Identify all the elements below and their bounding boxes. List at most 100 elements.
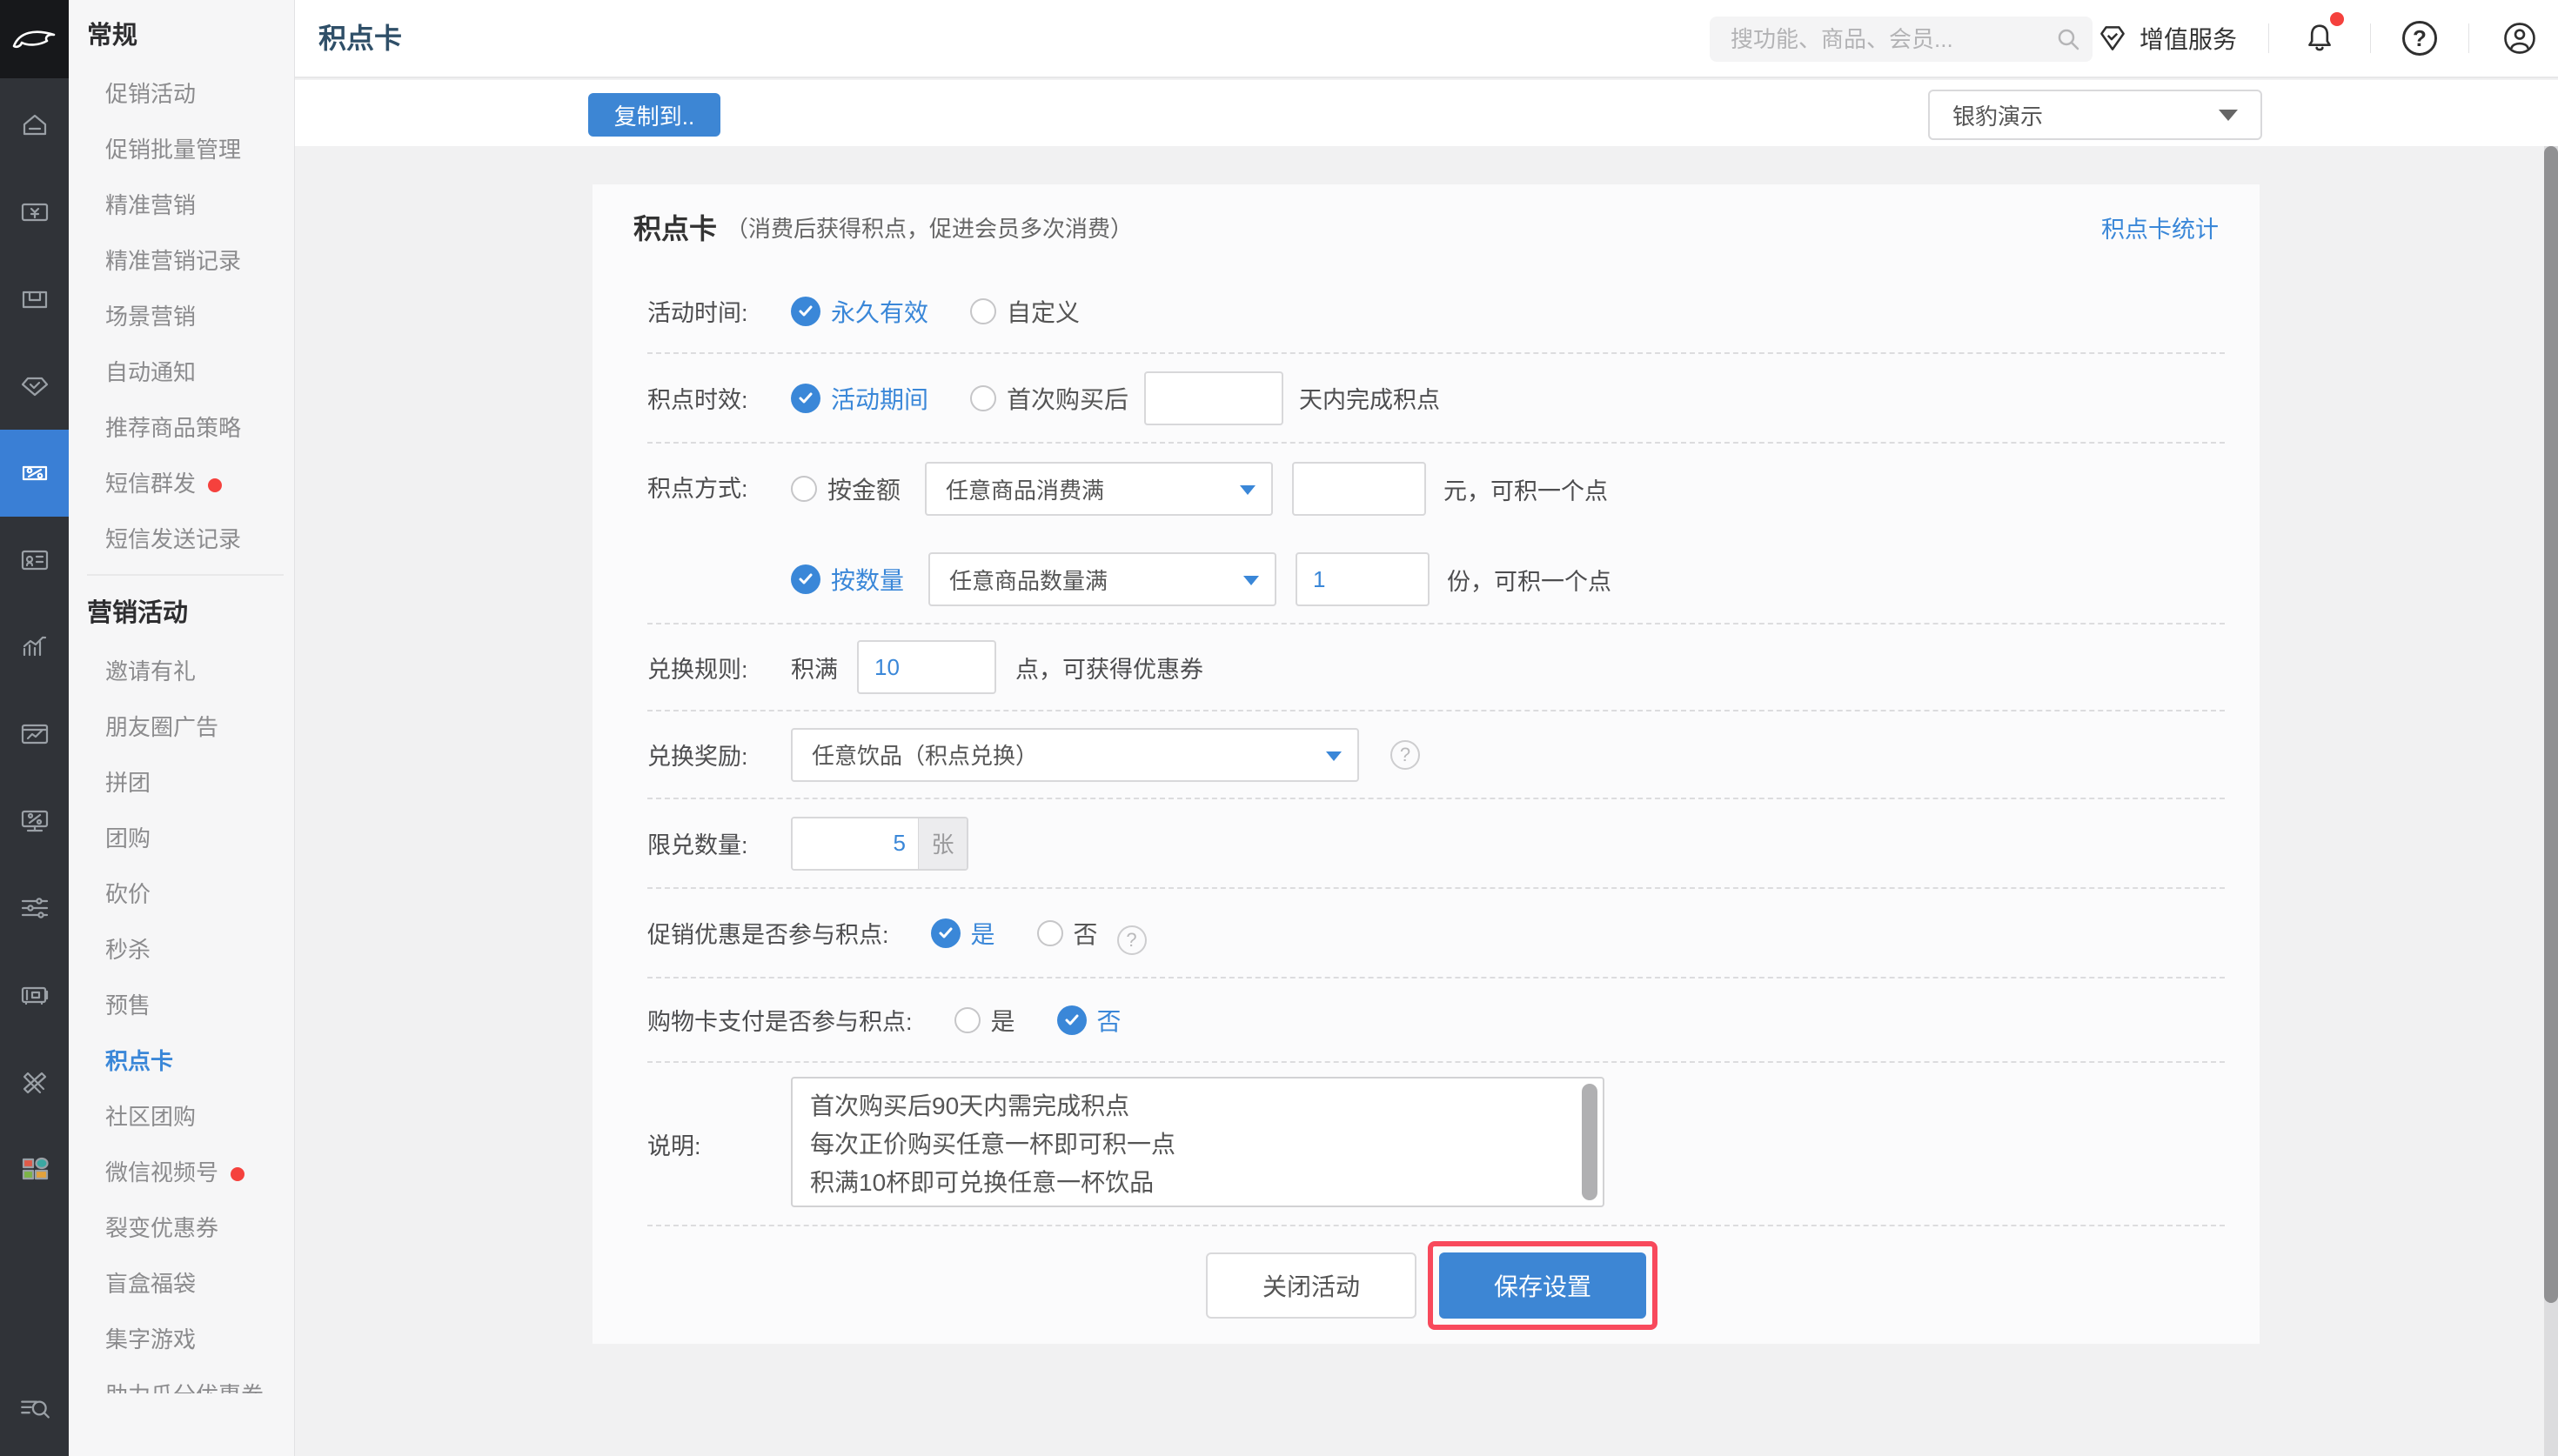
store-selector[interactable]: 银豹演示 bbox=[1928, 90, 2262, 140]
validity-suffix: 天内完成积点 bbox=[1299, 381, 1440, 415]
radio-after-first-purchase[interactable]: 首次购买后 bbox=[970, 381, 1128, 416]
statistics-icon[interactable] bbox=[0, 604, 69, 691]
search-menu-icon[interactable] bbox=[0, 1374, 69, 1444]
sidebar-item-fission-coupon[interactable]: 裂变优惠券 bbox=[69, 1200, 294, 1256]
header-divider bbox=[2370, 23, 2371, 53]
member-card-icon[interactable] bbox=[0, 517, 69, 604]
page-scrollbar bbox=[2544, 146, 2558, 1456]
copy-to-button[interactable]: 复制到.. bbox=[588, 93, 720, 137]
quantity-condition-select[interactable]: 任意商品数量满 bbox=[928, 552, 1276, 606]
validity-days-input[interactable] bbox=[1144, 371, 1283, 425]
sidebar-item-sms-records[interactable]: 短信发送记录 bbox=[69, 511, 294, 567]
points-card-panel: 积点卡 （消费后获得积点，促进会员多次消费） 积点卡统计 活动时间: 永久有效 … bbox=[593, 184, 2260, 1344]
radio-unchecked-icon bbox=[791, 476, 817, 502]
page-title: 积点卡 bbox=[318, 0, 402, 77]
quantity-threshold-input[interactable] bbox=[1296, 552, 1430, 606]
promo-help-icon[interactable] bbox=[1117, 925, 1147, 955]
sidebar-menu-scroller[interactable]: 常规 促销活动 促销批量管理 精准营销 精准营销记录 场景营销 自动通知 推荐商… bbox=[69, 0, 294, 1393]
sidebar-item-flash-sale[interactable]: 秒杀 bbox=[69, 922, 294, 978]
radio-by-quantity[interactable]: 按数量 bbox=[791, 562, 904, 597]
sidebar-item-scene-marketing[interactable]: 场景营销 bbox=[69, 289, 294, 344]
radio-permanent[interactable]: 永久有效 bbox=[791, 294, 928, 329]
sidebar-item-precision-records[interactable]: 精准营销记录 bbox=[69, 233, 294, 289]
sidebar-item-moments-ads[interactable]: 朋友圈广告 bbox=[69, 699, 294, 755]
sidebar-item-promo-batch[interactable]: 促销批量管理 bbox=[69, 122, 294, 177]
design-tools-icon[interactable] bbox=[0, 1039, 69, 1125]
apps-grid-icon[interactable] bbox=[0, 1125, 69, 1212]
radio-giftcard-yes[interactable]: 是 bbox=[954, 1003, 1015, 1038]
value-added-services-button[interactable]: 增值服务 bbox=[2094, 20, 2237, 57]
sidebar-item-promo-activity[interactable]: 促销活动 bbox=[69, 66, 294, 122]
radio-unchecked-icon bbox=[954, 1007, 981, 1033]
cashbox-icon[interactable] bbox=[0, 952, 69, 1039]
notification-dot bbox=[2330, 12, 2344, 26]
reward-label: 兑换奖励: bbox=[647, 738, 749, 771]
rule-points-input[interactable] bbox=[857, 640, 996, 694]
sidebar-item-blind-box[interactable]: 盲盒福袋 bbox=[69, 1256, 294, 1312]
description-textarea[interactable]: 首次购买后90天内需完成积点 每次正价购买任意一杯即可积一点 积满10杯即可兑换… bbox=[791, 1077, 1604, 1207]
radio-giftcard-no[interactable]: 否 bbox=[1057, 1003, 1122, 1038]
amount-suffix: 元，可积一个点 bbox=[1443, 472, 1608, 506]
global-search bbox=[1710, 17, 2093, 62]
store-icon[interactable] bbox=[0, 256, 69, 343]
menu-section-general: 常规 bbox=[69, 5, 294, 66]
limit-quantity-input[interactable] bbox=[793, 818, 918, 869]
search-icon[interactable] bbox=[2044, 23, 2093, 55]
marketing-icon[interactable] bbox=[0, 430, 69, 517]
radio-checked-icon bbox=[931, 918, 961, 948]
screen-icon[interactable] bbox=[0, 778, 69, 865]
textarea-scrollbar-thumb[interactable] bbox=[1582, 1084, 1597, 1200]
save-settings-button[interactable]: 保存设置 bbox=[1439, 1252, 1646, 1319]
membership-icon[interactable] bbox=[0, 343, 69, 430]
sidebar-item-invite-reward[interactable]: 邀请有礼 bbox=[69, 644, 294, 699]
sidebar-item-sms-bulk[interactable]: 短信群发 bbox=[69, 456, 294, 511]
sidebar-item-word-game[interactable]: 集字游戏 bbox=[69, 1312, 294, 1367]
sidebar-item-group-join[interactable]: 拼团 bbox=[69, 755, 294, 811]
sidebar-item-community-group[interactable]: 社区团购 bbox=[69, 1089, 294, 1145]
sidebar-item-wechat-channels[interactable]: 微信视频号 bbox=[69, 1145, 294, 1200]
radio-checked-icon bbox=[791, 384, 820, 413]
home-icon[interactable] bbox=[0, 82, 69, 169]
reports-icon[interactable] bbox=[0, 691, 69, 778]
sidebar-item-auto-notify[interactable]: 自动通知 bbox=[69, 344, 294, 400]
limit-input-group: 张 bbox=[791, 817, 968, 871]
rule-suffix: 点，可获得优惠券 bbox=[1015, 651, 1203, 685]
reward-help-icon[interactable] bbox=[1390, 740, 1420, 770]
points-card-stats-link[interactable]: 积点卡统计 bbox=[2101, 210, 2219, 244]
page-scrollbar-thumb[interactable] bbox=[2544, 146, 2558, 1303]
menu-divider bbox=[87, 574, 284, 576]
red-dot-badge bbox=[208, 478, 222, 492]
sidebar-item-group-buy[interactable]: 团购 bbox=[69, 811, 294, 866]
close-activity-button[interactable]: 关闭活动 bbox=[1206, 1252, 1416, 1319]
reward-select[interactable]: 任意饮品（积点兑换） bbox=[791, 728, 1359, 782]
promo-points-label: 促销优惠是否参与积点: bbox=[647, 916, 889, 950]
chevron-down-icon bbox=[1240, 485, 1256, 495]
notifications-bell-icon[interactable] bbox=[2300, 19, 2339, 57]
limit-label: 限兑数量: bbox=[647, 826, 749, 860]
header-divider bbox=[2268, 23, 2269, 53]
sidebar-item-assist-coupon[interactable]: 助力瓜分优惠券 bbox=[69, 1367, 294, 1393]
sidebar-item-recommend-strategy[interactable]: 推荐商品策略 bbox=[69, 400, 294, 456]
panther-logo-icon bbox=[10, 23, 59, 55]
chevron-down-icon bbox=[2219, 110, 2238, 121]
account-avatar-icon[interactable] bbox=[2501, 19, 2539, 57]
amount-threshold-input[interactable] bbox=[1292, 462, 1426, 516]
sidebar-item-bargain[interactable]: 砍价 bbox=[69, 866, 294, 922]
radio-promo-no[interactable]: 否 bbox=[1037, 916, 1098, 951]
search-input[interactable] bbox=[1710, 26, 2044, 53]
radio-unchecked-icon bbox=[1037, 920, 1063, 946]
sidebar-item-points-card[interactable]: 积点卡 bbox=[69, 1033, 294, 1089]
radio-during-activity[interactable]: 活动期间 bbox=[791, 381, 928, 416]
radio-promo-yes[interactable]: 是 bbox=[931, 916, 995, 951]
radio-by-amount[interactable]: 按金额 bbox=[791, 471, 901, 506]
help-icon[interactable] bbox=[2402, 21, 2437, 56]
app-logo[interactable] bbox=[0, 0, 69, 78]
cashier-icon[interactable] bbox=[0, 169, 69, 256]
sidebar-menu: 常规 促销活动 促销批量管理 精准营销 精准营销记录 场景营销 自动通知 推荐商… bbox=[69, 0, 295, 1456]
amount-condition-select[interactable]: 任意商品消费满 bbox=[925, 462, 1273, 516]
radio-custom[interactable]: 自定义 bbox=[970, 294, 1080, 329]
sidebar-item-presale[interactable]: 预售 bbox=[69, 978, 294, 1033]
settings-sliders-icon[interactable] bbox=[0, 865, 69, 952]
sidebar-item-precision-marketing[interactable]: 精准营销 bbox=[69, 177, 294, 233]
radio-checked-icon bbox=[791, 297, 820, 326]
